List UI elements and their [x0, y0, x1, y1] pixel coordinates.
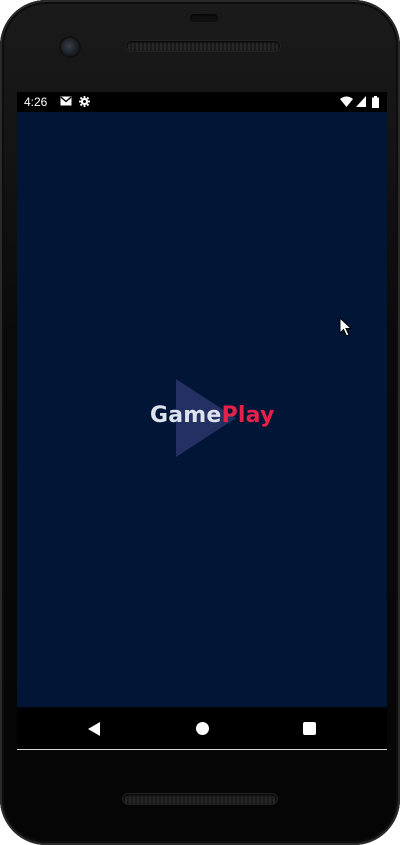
back-icon	[88, 721, 100, 736]
status-time: 4:26	[24, 95, 48, 109]
home-icon	[195, 722, 209, 735]
gmail-icon	[60, 96, 72, 109]
home-button[interactable]	[182, 707, 222, 750]
back-button[interactable]	[74, 707, 114, 750]
navigation-bar	[17, 707, 387, 750]
recents-icon	[302, 722, 316, 735]
device-screen: 4:26 GamePlay	[17, 92, 387, 750]
wifi-icon	[340, 96, 353, 110]
battery-icon	[372, 96, 379, 111]
logo-text-play: Play	[221, 403, 275, 428]
mouse-cursor-icon	[339, 317, 353, 337]
recents-button[interactable]	[289, 707, 329, 750]
top-notch	[190, 14, 218, 22]
logo-text: GamePlay	[150, 403, 275, 428]
top-speaker-grille	[126, 41, 280, 51]
gameplay-logo: GamePlay	[150, 379, 274, 459]
settings-gear-icon	[79, 96, 90, 110]
screen-bottom-edge	[17, 749, 387, 750]
phone-frame: 4:26 GamePlay	[0, 0, 400, 845]
front-camera	[61, 38, 79, 56]
status-bar: 4:26	[17, 92, 387, 112]
bottom-speaker-grille	[123, 794, 277, 804]
logo-text-game: Game	[150, 403, 222, 428]
splash-screen: GamePlay	[17, 112, 387, 707]
cell-signal-icon	[356, 96, 366, 110]
